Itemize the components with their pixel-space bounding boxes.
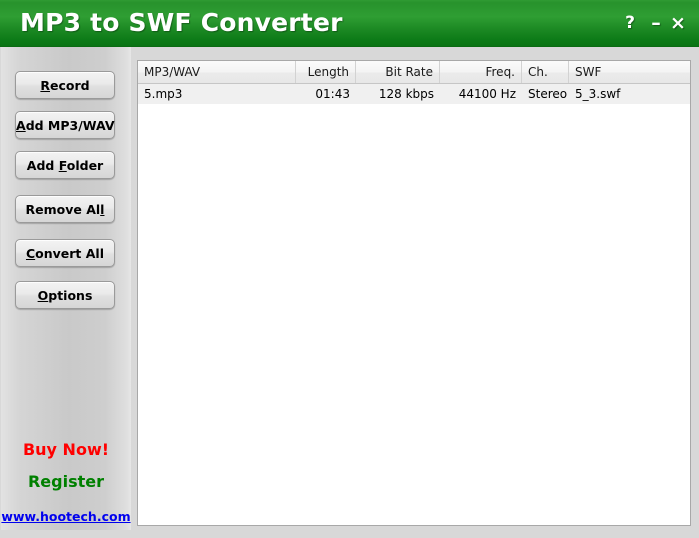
register-link[interactable]: Register [1, 472, 131, 491]
accelerator-letter: l [100, 202, 105, 217]
options-button[interactable]: Options [15, 281, 115, 309]
file-list-body: 5.mp3 01:43 128 kbps 44100 Hz Stereo 5_3.swf [138, 84, 690, 104]
sidebar: Record Add MP3/WAV Add Folder Remove All… [1, 47, 131, 530]
minimize-icon[interactable]: – [646, 12, 666, 34]
cell-file: 5.mp3 [144, 87, 183, 101]
accelerator-letter: C [25, 246, 36, 261]
accelerator-letter: F [58, 158, 67, 173]
cell-swf: 5_3.swf [575, 87, 621, 101]
help-icon[interactable]: ? [620, 12, 640, 34]
accelerator-letter: R [40, 78, 51, 93]
column-header-freq[interactable]: Freq. [440, 61, 522, 83]
cell-bit-rate: 128 kbps [378, 87, 434, 101]
application-window: MP3 to SWF Converter ? – × Record Add MP… [0, 0, 699, 538]
file-list-panel: MP3/WAV Length Bit Rate Freq. Ch. SWF 5.mp3 01… [137, 60, 691, 526]
window-title: MP3 to SWF Converter [20, 8, 343, 37]
add-folder-button[interactable]: Add Folder [15, 151, 115, 179]
cell-channels: Stereo [528, 87, 568, 101]
add-mp3-wav-button[interactable]: Add MP3/WAV [15, 111, 115, 139]
website-link[interactable]: www.hootech.com [1, 509, 131, 524]
cell-freq: 44100 Hz [458, 87, 516, 101]
cell-length: 01:43 [315, 87, 350, 101]
remove-all-button[interactable]: Remove All [15, 195, 115, 223]
column-header-ch[interactable]: Ch. [522, 61, 569, 83]
accelerator-letter: O [37, 288, 49, 303]
buy-now-link[interactable]: Buy Now! [1, 440, 131, 459]
record-button[interactable]: Record [15, 71, 115, 99]
column-header-swf[interactable]: SWF [569, 61, 690, 83]
file-list-row[interactable]: 5.mp3 01:43 128 kbps 44100 Hz Stereo 5_3.swf [138, 84, 690, 104]
column-header-length[interactable]: Length [296, 61, 356, 83]
close-icon[interactable]: × [668, 12, 688, 34]
convert-all-button[interactable]: Convert All [15, 239, 115, 267]
column-header-bit-rate[interactable]: Bit Rate [356, 61, 440, 83]
file-list-header: MP3/WAV Length Bit Rate Freq. Ch. SWF [138, 61, 690, 84]
accelerator-letter: A [16, 118, 26, 133]
column-header-mp3-wav[interactable]: MP3/WAV [138, 61, 296, 83]
title-bar: MP3 to SWF Converter ? – × [0, 0, 699, 47]
